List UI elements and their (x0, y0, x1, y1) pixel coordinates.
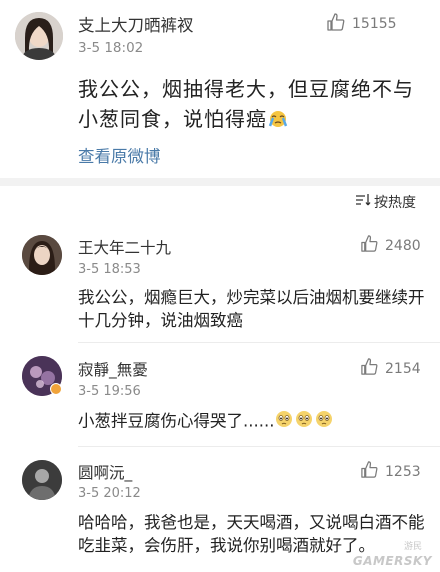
post-like-button[interactable]: 15155 (326, 12, 397, 36)
comment-author-name[interactable]: 圆啊沅_ (78, 461, 132, 483)
section-separator (0, 178, 440, 186)
sort-by-popularity-button[interactable]: 按热度 (355, 192, 416, 212)
comment-author-name[interactable]: 王大年二十九 (78, 236, 171, 258)
comment-divider (78, 342, 440, 343)
sad-emoji-icon (314, 409, 334, 435)
view-original-weibo-link[interactable]: 查看原微博 (78, 143, 161, 167)
watermark: GAMERSKY (352, 554, 432, 568)
thumbs-up-icon (326, 12, 346, 36)
comment-divider (78, 446, 440, 447)
sad-emoji-icon (294, 409, 314, 435)
comment-like-button[interactable]: 1253 (360, 460, 421, 483)
thumbs-up-icon (360, 460, 379, 483)
comment-text: 小葱拌豆腐伤心得哭了...... (78, 409, 428, 435)
comment-like-count: 2154 (385, 360, 421, 377)
post-author-avatar[interactable] (15, 12, 63, 60)
post-like-count: 15155 (352, 16, 397, 32)
comment-text: 我公公，烟瘾巨大，炒完菜以后油烟机要继续开十几分钟，说油烟致癌 (78, 288, 425, 330)
comment-timestamp: 3-5 20:12 (78, 486, 141, 501)
thumbs-up-icon (360, 234, 379, 257)
post-text-content: 我公公，烟抽得老大，但豆腐绝不与小葱同食，说怕得癌 (78, 77, 414, 131)
post-timestamp: 3-5 18:02 (78, 40, 144, 56)
comment-author-avatar[interactable] (22, 235, 62, 275)
comment-timestamp: 3-5 18:53 (78, 262, 141, 277)
sort-icon (355, 193, 371, 211)
sad-emoji-icon (274, 409, 294, 435)
post-text: 我公公，烟抽得老大，但豆腐绝不与小葱同食，说怕得癌 (78, 74, 428, 136)
verified-badge-icon (50, 383, 62, 395)
crying-emoji-icon (267, 106, 289, 136)
comment-timestamp: 3-5 19:56 (78, 384, 141, 399)
watermark-small: 游民 (403, 542, 422, 552)
comment-like-button[interactable]: 2154 (360, 357, 421, 380)
comment-like-count: 1253 (385, 463, 421, 480)
comment-author-name[interactable]: 寂靜_無憂 (78, 358, 148, 380)
comment-text: 哈哈哈，我爸也是，天天喝酒，又说喝白酒不能吃韭菜，会伤肝，我说你别喝酒就好了。 (78, 513, 425, 555)
post-author-name[interactable]: 支上大刀晒裤衩 (78, 12, 194, 36)
sort-label: 按热度 (374, 195, 416, 211)
comment-author-avatar[interactable] (22, 460, 62, 500)
thumbs-up-icon (360, 357, 379, 380)
comment-text-content: 小葱拌豆腐伤心得哭了...... (78, 411, 275, 431)
comment-like-count: 2480 (385, 237, 421, 254)
comment-like-button[interactable]: 2480 (360, 234, 421, 257)
